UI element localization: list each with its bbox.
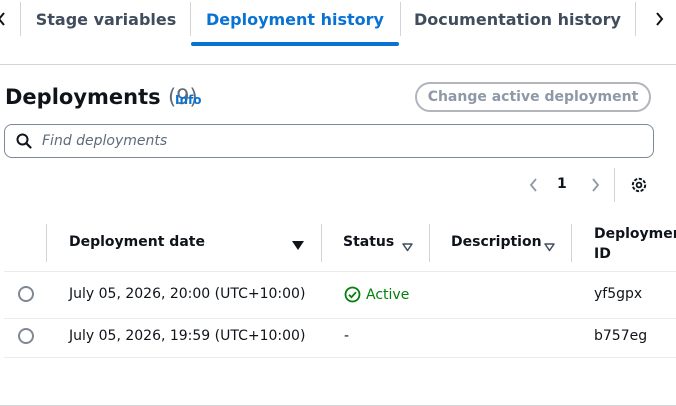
row-divider <box>4 271 676 272</box>
pagination-next-icon[interactable] <box>585 174 605 196</box>
column-header-description[interactable]: Description <box>451 234 542 250</box>
info-link[interactable]: Info <box>175 93 201 107</box>
row-divider <box>4 318 676 319</box>
active-tab-indicator <box>191 42 399 46</box>
row-divider <box>4 357 676 358</box>
tab-scroll-right-icon[interactable] <box>650 0 668 38</box>
status-cell: - <box>344 328 350 344</box>
deployments-title: Deployments <box>5 85 161 109</box>
tab-deployment-history[interactable]: Deployment history <box>191 0 399 38</box>
tab-stage-variables[interactable]: Stage variables <box>22 0 190 38</box>
search-field[interactable] <box>4 124 654 158</box>
row-select-radio[interactable] <box>18 286 34 302</box>
status-text: Active <box>366 286 410 303</box>
column-header-deployment-id[interactable]: Deployment ID <box>594 224 676 264</box>
column-header-status[interactable]: Status <box>343 234 394 250</box>
page-title: Deployments (9) <box>5 85 198 109</box>
column-divider <box>46 224 47 262</box>
tab-divider <box>20 2 21 36</box>
tab-scroll-left-icon[interactable] <box>0 0 10 38</box>
status-success-icon <box>344 286 361 303</box>
deployment-id-cell: b757eg <box>594 328 648 344</box>
column-divider <box>321 224 322 262</box>
sort-desc-icon[interactable] <box>292 236 304 255</box>
deployment-id-cell: yf5gpx <box>594 286 643 302</box>
sort-caret-icon[interactable] <box>544 237 555 256</box>
search-input[interactable] <box>40 132 624 150</box>
pagination-page-number[interactable]: 1 <box>557 176 567 192</box>
status-badge: Active <box>344 286 409 303</box>
tab-bar: Stage variables Deployment history Docum… <box>0 0 676 48</box>
row-select-radio[interactable] <box>18 328 34 344</box>
search-icon <box>16 133 32 149</box>
change-active-deployment-button[interactable]: Change active deployment <box>415 82 651 112</box>
column-header-deployment-date[interactable]: Deployment date <box>69 234 205 250</box>
pagination-prev-icon[interactable] <box>524 174 544 196</box>
column-divider <box>571 224 572 262</box>
settings-gear-icon[interactable] <box>628 174 650 196</box>
deployment-date-cell: July 05, 2026, 19:59 (UTC+10:00) <box>69 328 306 344</box>
tab-documentation-history[interactable]: Documentation history <box>401 0 634 38</box>
column-divider <box>429 224 430 262</box>
tab-divider <box>635 2 636 36</box>
sort-caret-icon[interactable] <box>402 237 413 256</box>
deployment-date-cell: July 05, 2026, 20:00 (UTC+10:00) <box>69 286 306 302</box>
pagination-divider <box>614 168 615 202</box>
